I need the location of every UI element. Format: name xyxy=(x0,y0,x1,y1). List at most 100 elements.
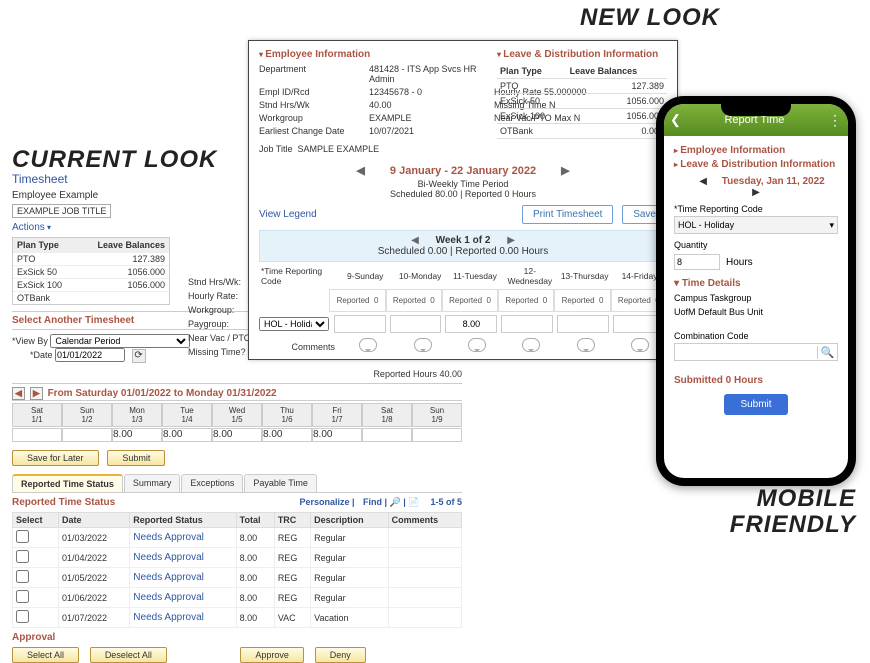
status-link[interactable]: Needs Approval xyxy=(133,552,204,563)
job-title-box: EXAMPLE JOB TITLE xyxy=(12,204,111,218)
mobile-leave-section[interactable]: Leave & Distribution Information xyxy=(674,159,838,170)
tab-payable time[interactable]: Payable Time xyxy=(244,474,317,492)
balance-row: ExSick 1001056.000 xyxy=(13,278,169,291)
select-all-button[interactable]: Select All xyxy=(12,647,79,663)
status-link[interactable]: Needs Approval xyxy=(133,612,204,623)
reported-cell: Reported 0 xyxy=(554,289,610,312)
overflow-menu-icon[interactable]: ⋮ xyxy=(828,116,842,124)
day-header: Mon1/3 xyxy=(112,403,162,427)
mobile-submit-button[interactable]: Submit xyxy=(724,394,787,415)
time-cell[interactable]: 8.00 xyxy=(112,428,162,442)
comment-icon[interactable] xyxy=(631,338,649,352)
tab-exceptions[interactable]: Exceptions xyxy=(181,474,243,492)
status-link[interactable]: Needs Approval xyxy=(133,592,204,603)
time-cell[interactable] xyxy=(412,428,462,442)
row-select-checkbox[interactable] xyxy=(16,610,29,623)
table-row: 01/05/2022Needs Approval8.00REGRegular xyxy=(13,568,462,588)
mobile-prev-day-icon[interactable]: ◀ xyxy=(699,176,707,187)
save-for-later-button[interactable]: Save for Later xyxy=(12,450,99,466)
hours-input[interactable] xyxy=(334,315,386,333)
comment-icon[interactable] xyxy=(577,338,595,352)
hours-input[interactable] xyxy=(445,315,497,333)
mobile-trc-select[interactable]: HOL - Holiday▾ xyxy=(674,216,838,234)
mobile-time-details-heading[interactable]: Time Details xyxy=(674,278,838,289)
mobile-campus-taskgroup: Campus Taskgroup xyxy=(674,293,838,303)
time-cell[interactable] xyxy=(62,428,112,442)
prev-period-icon[interactable]: ◀ xyxy=(12,387,25,400)
next-week-icon[interactable]: ▶ xyxy=(507,235,515,246)
mobile-combo-input[interactable] xyxy=(675,344,817,360)
print-timesheet-button[interactable]: Print Timesheet xyxy=(522,205,613,224)
time-cell[interactable]: 8.00 xyxy=(212,428,262,442)
status-link[interactable]: Needs Approval xyxy=(133,572,204,583)
hours-input[interactable] xyxy=(501,315,553,333)
time-cell[interactable] xyxy=(362,428,412,442)
reported-cell: Reported 0 xyxy=(498,289,554,312)
table-row: 01/03/2022Needs Approval8.00REGRegular xyxy=(13,528,462,548)
mobile-next-day-icon[interactable]: ▶ xyxy=(752,187,760,198)
day-col-header: 9-Sunday xyxy=(338,271,393,281)
date-input[interactable] xyxy=(55,348,125,362)
next-period-icon[interactable]: ▶ xyxy=(30,387,43,400)
label-mobile-friendly: MOBILEFRIENDLY xyxy=(730,486,856,538)
time-cell[interactable]: 8.00 xyxy=(162,428,212,442)
day-header: Tue1/4 xyxy=(162,403,212,427)
table-row: 01/04/2022Needs Approval8.00REGRegular xyxy=(13,548,462,568)
prev-week-icon[interactable]: ◀ xyxy=(411,235,419,246)
tab-summary[interactable]: Summary xyxy=(124,474,181,492)
view-by-select[interactable]: Calendar Period xyxy=(50,334,190,348)
time-cell[interactable]: 8.00 xyxy=(312,428,362,442)
leave-row: OTBank0.000 xyxy=(497,124,667,139)
next-range-icon[interactable]: ▶ xyxy=(561,165,569,177)
deny-button[interactable]: Deny xyxy=(315,647,366,663)
refresh-icon[interactable]: ⟳ xyxy=(132,349,146,363)
search-icon[interactable]: 🔍 xyxy=(817,346,837,359)
submit-button[interactable]: Submit xyxy=(107,450,165,466)
day-header: Fri1/7 xyxy=(312,403,362,427)
day-header: Sat1/8 xyxy=(362,403,412,427)
mobile-combo-label: Combination Code xyxy=(674,331,838,341)
mobile-quantity-unit: Hours xyxy=(726,257,753,268)
day-col-header: 10-Monday xyxy=(393,271,448,281)
day-header: Sat1/1 xyxy=(12,403,62,427)
view-legend-link[interactable]: View Legend xyxy=(259,209,317,220)
prev-range-icon[interactable]: ◀ xyxy=(356,165,364,177)
leave-heading[interactable]: Leave & Distribution Information xyxy=(497,49,667,60)
back-icon[interactable]: ❮ xyxy=(670,112,681,128)
reported-cell: Reported 0 xyxy=(329,289,385,312)
approve-button[interactable]: Approve xyxy=(240,647,304,663)
hours-input[interactable] xyxy=(557,315,609,333)
deselect-all-button[interactable]: Deselect All xyxy=(90,647,167,663)
leave-row: PTO127.389 xyxy=(497,79,667,94)
tab-reported time status[interactable]: Reported Time Status xyxy=(12,474,123,492)
comment-icon[interactable] xyxy=(522,338,540,352)
reported-cell: Reported 0 xyxy=(442,289,498,312)
comment-icon[interactable] xyxy=(359,338,377,352)
status-toolbar[interactable]: Personalize | Find | 🔎 | 📄 1-5 of 5 xyxy=(293,497,462,508)
table-row: 01/06/2022Needs Approval8.00REGRegular xyxy=(13,588,462,608)
mobile-submitted-label: Submitted 0 Hours xyxy=(674,375,838,386)
mobile-trc-label: *Time Reporting Code xyxy=(674,204,838,214)
trc-select[interactable]: HOL - Holiday xyxy=(259,317,329,331)
mobile-emp-info-section[interactable]: Employee Information xyxy=(674,145,838,156)
status-tabs: Reported Time StatusSummaryExceptionsPay… xyxy=(12,474,462,493)
row-select-checkbox[interactable] xyxy=(16,530,29,543)
mobile-bus-unit: UofM Default Bus Unit xyxy=(674,307,838,317)
comment-icon[interactable] xyxy=(468,338,486,352)
mobile-quantity-input[interactable] xyxy=(674,254,720,270)
row-select-checkbox[interactable] xyxy=(16,550,29,563)
row-select-checkbox[interactable] xyxy=(16,590,29,603)
day-header: Sun1/2 xyxy=(62,403,112,427)
table-row: 01/07/2022Needs Approval8.00VACVacation xyxy=(13,608,462,628)
hours-input[interactable] xyxy=(390,315,442,333)
balance-row: ExSick 501056.000 xyxy=(13,265,169,278)
mobile-phone-frame: ❮ Report Time ⋮ Employee Information Lea… xyxy=(656,96,856,486)
status-link[interactable]: Needs Approval xyxy=(133,532,204,543)
label-new-look: NEW LOOK xyxy=(580,4,720,32)
row-select-checkbox[interactable] xyxy=(16,570,29,583)
comment-icon[interactable] xyxy=(414,338,432,352)
time-cell[interactable] xyxy=(12,428,62,442)
status-table: SelectDateReported StatusTotalTRCDescrip… xyxy=(12,512,462,628)
time-cell[interactable]: 8.00 xyxy=(262,428,312,442)
reported-hours: Reported Hours 40.00 xyxy=(12,369,462,379)
